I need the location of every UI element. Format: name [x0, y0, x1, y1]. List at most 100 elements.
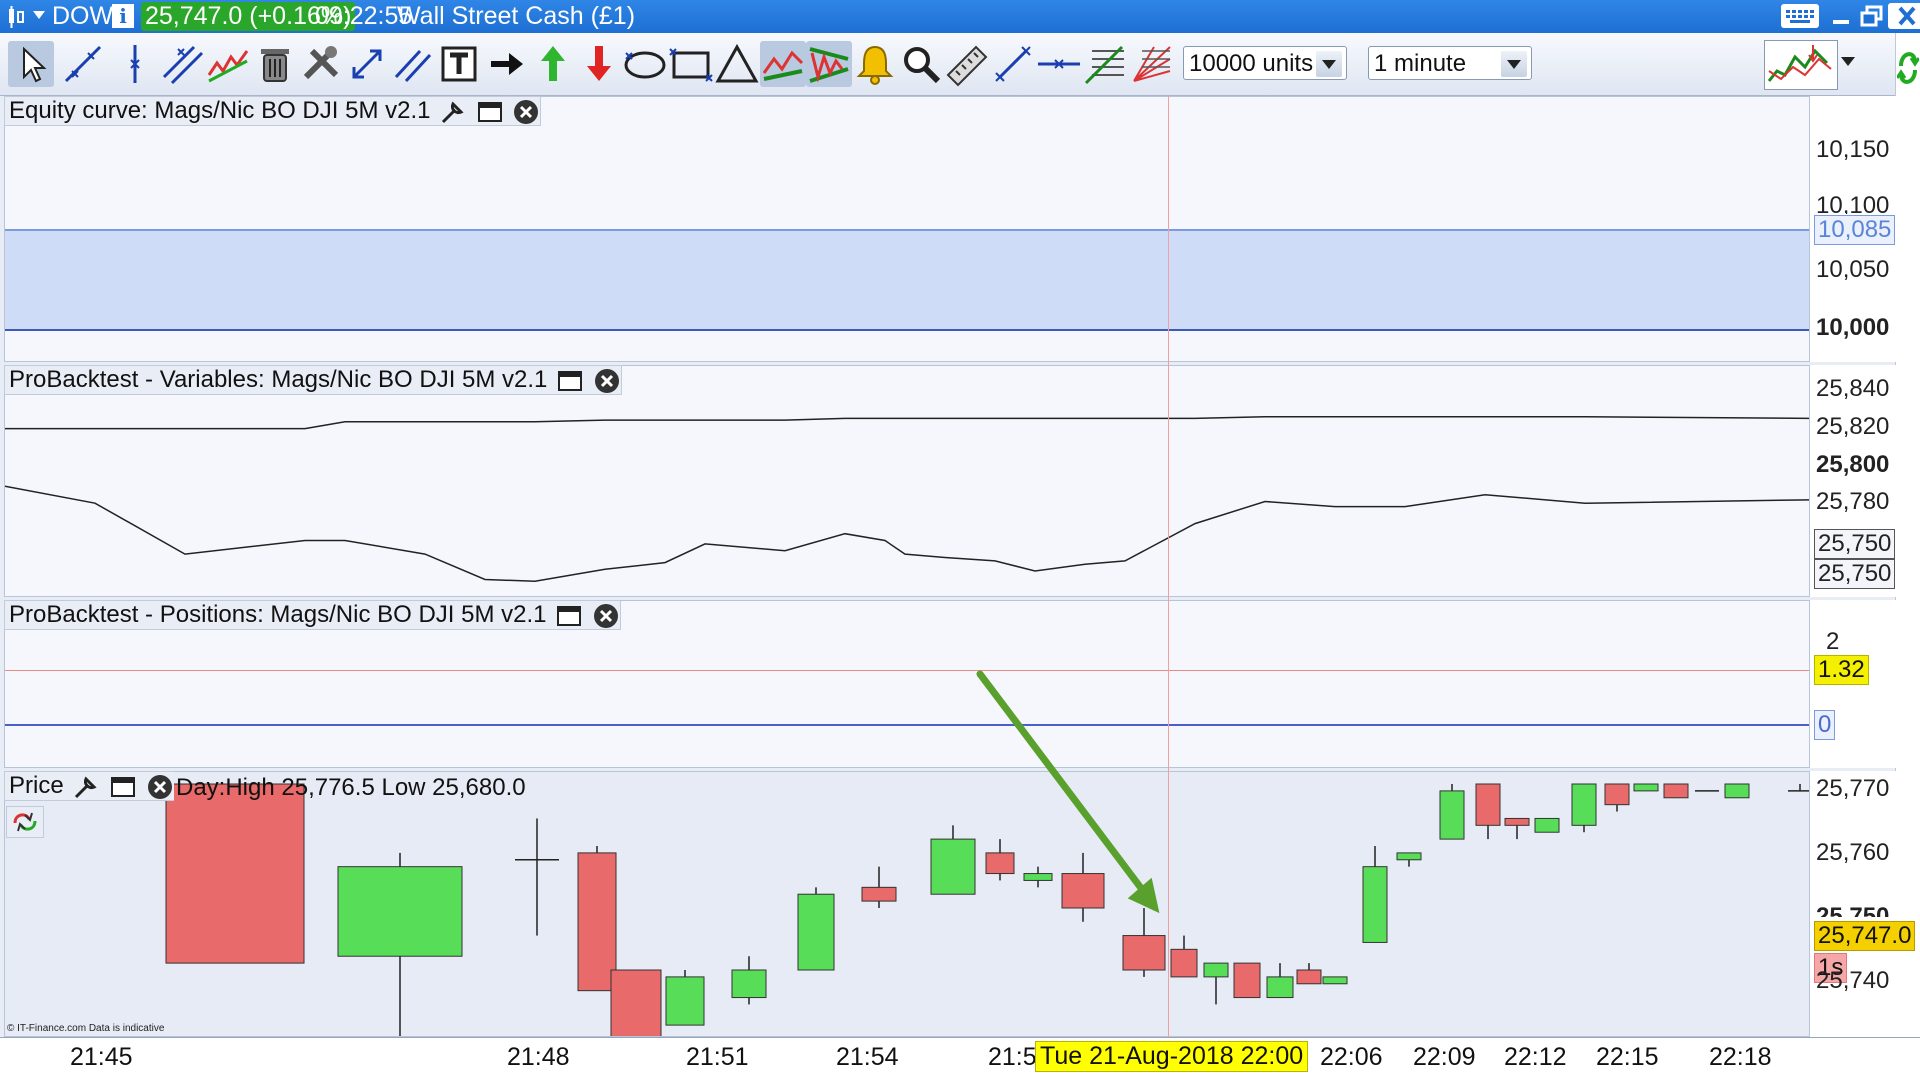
candle — [1266, 963, 1294, 999]
data-credit: © IT-Finance.com Data is indicative — [7, 1023, 165, 1034]
triangle-icon[interactable] — [714, 41, 760, 87]
candle-body — [731, 969, 767, 999]
candle — [1362, 846, 1388, 943]
close-panel-icon[interactable] — [512, 98, 540, 126]
restore-button[interactable] — [1857, 3, 1889, 29]
zigzag-pattern-icon[interactable] — [760, 41, 806, 87]
horizontal-line-icon[interactable] — [1036, 41, 1082, 87]
price-chart — [165, 783, 1809, 1036]
close-panel-icon[interactable] — [593, 367, 621, 395]
candle-body — [797, 893, 835, 971]
candle — [1322, 976, 1348, 985]
candle — [1396, 852, 1422, 867]
green-up-arrow-icon[interactable] — [530, 41, 576, 87]
time-axis-label: 22:18 — [1709, 1043, 1772, 1071]
candle — [337, 852, 463, 1036]
instrument-name[interactable]: DOW — [52, 2, 113, 31]
candle — [577, 846, 617, 992]
position-zero-tag: 0 — [1814, 710, 1836, 740]
info-icon[interactable]: i — [112, 4, 134, 28]
candle-body — [165, 783, 305, 964]
refresh-icon[interactable] — [1895, 40, 1920, 96]
tools-icon[interactable] — [298, 41, 344, 87]
candle — [1571, 783, 1597, 833]
candle — [1663, 783, 1689, 799]
chevron-down-icon — [1316, 51, 1342, 77]
timeframe-select-value: 1 minute — [1374, 50, 1467, 77]
instrument-dropdown-icon[interactable] — [33, 11, 45, 19]
red-down-arrow-icon[interactable] — [576, 41, 622, 87]
price-panel-title: Price — [9, 772, 64, 799]
pointer-icon[interactable] — [8, 41, 54, 87]
candle — [1475, 783, 1501, 840]
annotation-arrow-icon[interactable] — [960, 660, 1180, 930]
variables-upper-line — [5, 415, 1809, 430]
close-panel-icon[interactable] — [146, 773, 174, 801]
parallel-icon[interactable] — [390, 41, 436, 87]
variables-lower-line — [5, 485, 1809, 582]
time-axis-label: 22:15 — [1596, 1043, 1659, 1071]
equity-panel-label: Equity curve: Mags/Nic BO DJI 5M v2.1 — [4, 96, 542, 126]
pennant-icon[interactable] — [806, 41, 852, 87]
variables-panel-title: ProBacktest - Variables: Mags/Nic BO DJI… — [9, 366, 548, 393]
candle-body — [1504, 817, 1530, 826]
zigzag-icon[interactable] — [205, 41, 251, 87]
ellipse-icon[interactable] — [622, 41, 668, 87]
window-icon[interactable] — [476, 98, 504, 126]
trash-icon[interactable] — [252, 41, 298, 87]
day-high-low: Day:High 25,776.5 Low 25,680.0 — [176, 774, 526, 801]
window-icon[interactable] — [555, 602, 583, 630]
alert-bell-icon[interactable] — [852, 41, 898, 87]
candle — [1724, 783, 1750, 799]
price-panel: © IT-Finance.com Data is indicative — [4, 771, 1810, 1037]
indicator-dropdown-icon[interactable] — [1841, 57, 1855, 66]
timeframe-select[interactable]: 1 minute — [1368, 46, 1532, 80]
wrench-icon[interactable] — [72, 773, 100, 801]
gann-fan-icon[interactable] — [1128, 41, 1174, 87]
expand-icon[interactable] — [344, 41, 390, 87]
candle — [1203, 962, 1229, 1005]
price-axis-label: 25,770 — [1816, 775, 1890, 802]
equity-axis: 10,150 10,100 10,085 10,050 10,000 — [1810, 96, 1920, 362]
candle — [165, 783, 305, 964]
channel-icon[interactable] — [160, 41, 206, 87]
time-axis-label: 22:06 — [1320, 1043, 1383, 1071]
fibonacci-icon[interactable] — [1082, 41, 1128, 87]
black-arrow-icon[interactable] — [483, 41, 529, 87]
time-axis-label: 21:45 — [70, 1043, 133, 1071]
candle — [731, 956, 767, 1005]
rectangle-icon[interactable] — [668, 41, 714, 87]
variables-value-tag: 25,750 — [1814, 559, 1896, 589]
text-icon[interactable] — [436, 41, 482, 87]
minimize-button[interactable] — [1825, 3, 1857, 29]
equity-value-tag: 10,085 — [1814, 215, 1896, 245]
candle — [861, 866, 897, 908]
candle-body — [1571, 783, 1597, 826]
zoom-icon[interactable] — [898, 41, 944, 87]
wrench-icon[interactable] — [439, 98, 467, 126]
segment-icon[interactable] — [990, 41, 1036, 87]
candle-body — [1604, 783, 1630, 806]
variables-axis-label: 25,820 — [1816, 413, 1890, 440]
variables-axis-label: 25,800 — [1816, 451, 1890, 478]
candle — [1504, 817, 1530, 840]
keyboard-icon[interactable] — [1781, 4, 1819, 28]
units-select[interactable]: 10000 units — [1183, 46, 1347, 80]
candle — [1788, 784, 1809, 792]
reload-icon[interactable] — [6, 806, 44, 838]
variables-axis-label: 25,840 — [1816, 375, 1890, 402]
vertical-line-icon[interactable] — [112, 41, 158, 87]
window-icon[interactable] — [556, 367, 584, 395]
price-panel-label: Price — [4, 771, 174, 801]
ruler-icon[interactable] — [944, 41, 990, 87]
variables-axis-label: 25,780 — [1816, 488, 1890, 515]
close-panel-icon[interactable] — [592, 602, 620, 630]
window-icon[interactable] — [109, 773, 137, 801]
close-window-button[interactable] — [1888, 3, 1920, 29]
candle — [1534, 817, 1560, 833]
trendline-icon[interactable] — [60, 41, 106, 87]
time-axis-label: 21:54 — [836, 1043, 899, 1071]
chevron-down-icon — [1501, 51, 1527, 77]
indicator-button[interactable] — [1764, 40, 1838, 90]
equity-curve-panel — [4, 96, 1810, 362]
